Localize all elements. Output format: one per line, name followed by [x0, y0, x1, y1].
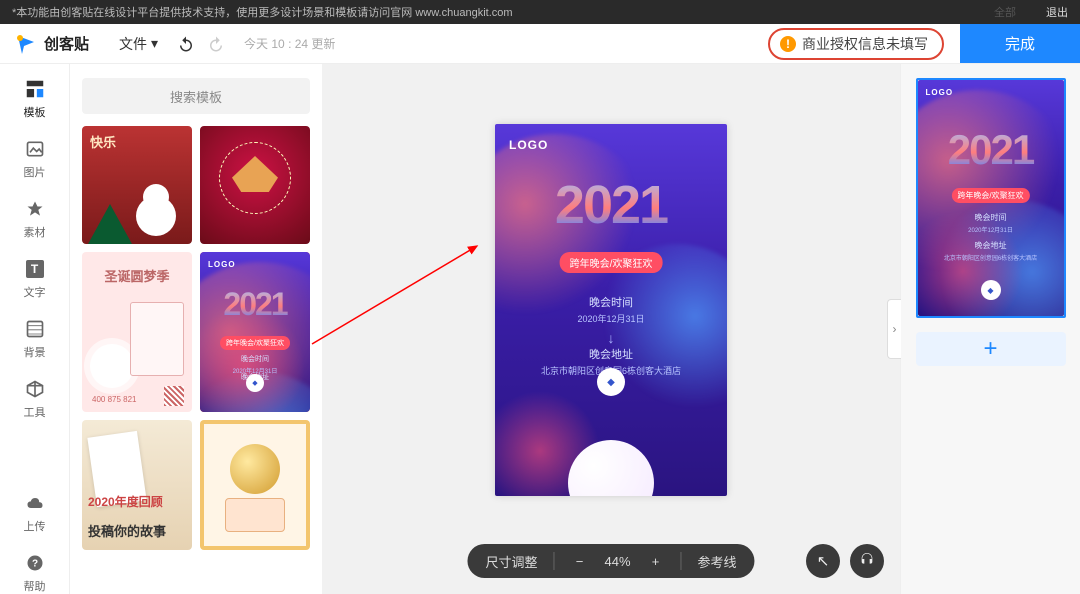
- template-search-input[interactable]: 搜索模板: [82, 78, 310, 114]
- undo-button[interactable]: [176, 34, 196, 54]
- down-arrow-icon: ↓: [608, 330, 615, 346]
- zoom-in-button[interactable]: +: [647, 554, 665, 569]
- asset-icon: [24, 198, 46, 220]
- template-card[interactable]: 2020年度回顾投稿你的故事: [82, 420, 192, 550]
- size-adjust-label[interactable]: 尺寸调整: [485, 552, 537, 571]
- redo-button[interactable]: [206, 34, 226, 54]
- upload-icon: [24, 492, 46, 514]
- plus-icon: +: [983, 335, 997, 363]
- arrow-upleft-icon: ↖: [817, 552, 830, 570]
- promo-mid: 全部: [994, 4, 1016, 20]
- template-icon: [24, 78, 46, 100]
- tool-templates[interactable]: 模板: [24, 78, 46, 120]
- template-card-selected[interactable]: LOGO 2021 跨年晚会/欢聚狂欢 晚会时间2020年12月31日 晚会地址…: [200, 252, 310, 412]
- brand-name: 创客贴: [44, 33, 89, 54]
- zoom-percent[interactable]: 44%: [604, 554, 630, 569]
- promo-text: *本功能由创客贴在线设计平台提供技术支持，使用更多设计场景和模板请访问官网 ww…: [12, 4, 513, 20]
- headset-icon: [859, 551, 875, 571]
- auth-warning-text: 商业授权信息未填写: [802, 34, 928, 54]
- text-icon: T: [24, 258, 46, 280]
- brand-icon: [14, 32, 38, 56]
- logout-link[interactable]: 退出: [1046, 4, 1068, 20]
- tool-images[interactable]: 图片: [24, 138, 46, 180]
- search-placeholder: 搜索模板: [170, 87, 222, 106]
- poster-qr-badge[interactable]: ◆: [597, 368, 625, 396]
- zoom-out-button[interactable]: −: [570, 554, 588, 569]
- promo-banner: *本功能由创客贴在线设计平台提供技术支持，使用更多设计场景和模板请访问官网 ww…: [0, 0, 1080, 24]
- chevron-right-icon: ›: [893, 322, 897, 336]
- alert-icon: !: [780, 36, 796, 52]
- page-thumbnail[interactable]: LOGO 2021 跨年晚会/欢聚狂欢 晚会时间2020年12月31日 晚会地址…: [916, 78, 1066, 318]
- expand-panel-button[interactable]: ›: [887, 299, 901, 359]
- app-header: 创客贴 文件 ▾ 今天 10 : 24 更新 ! 商业授权信息未填写 完成: [0, 24, 1080, 64]
- canvas-area[interactable]: LOGO 2021 跨年晚会/欢聚狂欢 晚会时间 2020年12月31日 ↓ 晚…: [322, 64, 900, 594]
- tool-upload[interactable]: 上传: [24, 492, 46, 534]
- background-icon: [24, 318, 46, 340]
- last-saved-time: 今天 10 : 24 更新: [244, 35, 335, 52]
- add-page-button[interactable]: +: [916, 332, 1066, 366]
- poster-time-section[interactable]: 晚会时间 2020年12月31日: [495, 294, 727, 325]
- zoom-toolbar: 尺寸调整 − 44% + 参考线: [467, 544, 754, 578]
- chevron-down-icon: ▾: [151, 35, 158, 52]
- svg-text:?: ?: [31, 558, 37, 569]
- support-button[interactable]: [850, 544, 884, 578]
- tool-assets[interactable]: 素材: [24, 198, 46, 240]
- template-grid: 快乐 圣诞圆梦季400 875 821 LOGO 2021 跨年晚会/欢聚狂欢 …: [82, 126, 310, 550]
- canvas-float-buttons: ↖: [806, 544, 884, 578]
- cube-icon: [24, 378, 46, 400]
- template-card[interactable]: 快乐: [82, 126, 192, 244]
- left-tool-rail: 模板 图片 素材 T 文字 背景 工具 上传 ? 帮助: [0, 64, 70, 594]
- page-rail: › LOGO 2021 跨年晚会/欢聚狂欢 晚会时间2020年12月31日 晚会…: [900, 64, 1080, 594]
- template-card[interactable]: [200, 126, 310, 244]
- tool-text[interactable]: T 文字: [24, 258, 46, 300]
- finish-button[interactable]: 完成: [960, 24, 1080, 63]
- brand-logo[interactable]: 创客贴: [14, 32, 89, 56]
- poster-year-text[interactable]: 2021: [495, 174, 727, 236]
- collapse-canvas-button[interactable]: ↖: [806, 544, 840, 578]
- template-panel: 搜索模板 快乐 圣诞圆梦季400 875 821 LOGO 2021 跨年晚会/…: [70, 64, 322, 594]
- help-icon: ?: [24, 552, 46, 574]
- file-menu-label: 文件: [119, 34, 147, 54]
- tool-background[interactable]: 背景: [24, 318, 46, 360]
- template-card[interactable]: 圣诞圆梦季400 875 821: [82, 252, 192, 412]
- file-menu[interactable]: 文件 ▾: [119, 34, 158, 54]
- image-icon: [24, 138, 46, 160]
- tool-tools[interactable]: 工具: [24, 378, 46, 420]
- tool-help[interactable]: ? 帮助: [24, 552, 46, 594]
- guides-label[interactable]: 参考线: [698, 552, 737, 571]
- main-area: 模板 图片 素材 T 文字 背景 工具 上传 ? 帮助: [0, 64, 1080, 594]
- canvas-poster[interactable]: LOGO 2021 跨年晚会/欢聚狂欢 晚会时间 2020年12月31日 ↓ 晚…: [495, 124, 727, 496]
- annotation-arrow: [302, 234, 492, 354]
- template-card[interactable]: [200, 420, 310, 550]
- auth-warning-badge[interactable]: ! 商业授权信息未填写: [768, 28, 944, 60]
- poster-logo-text[interactable]: LOGO: [509, 138, 548, 152]
- poster-ribbon-text[interactable]: 跨年晚会/欢聚狂欢: [560, 252, 663, 273]
